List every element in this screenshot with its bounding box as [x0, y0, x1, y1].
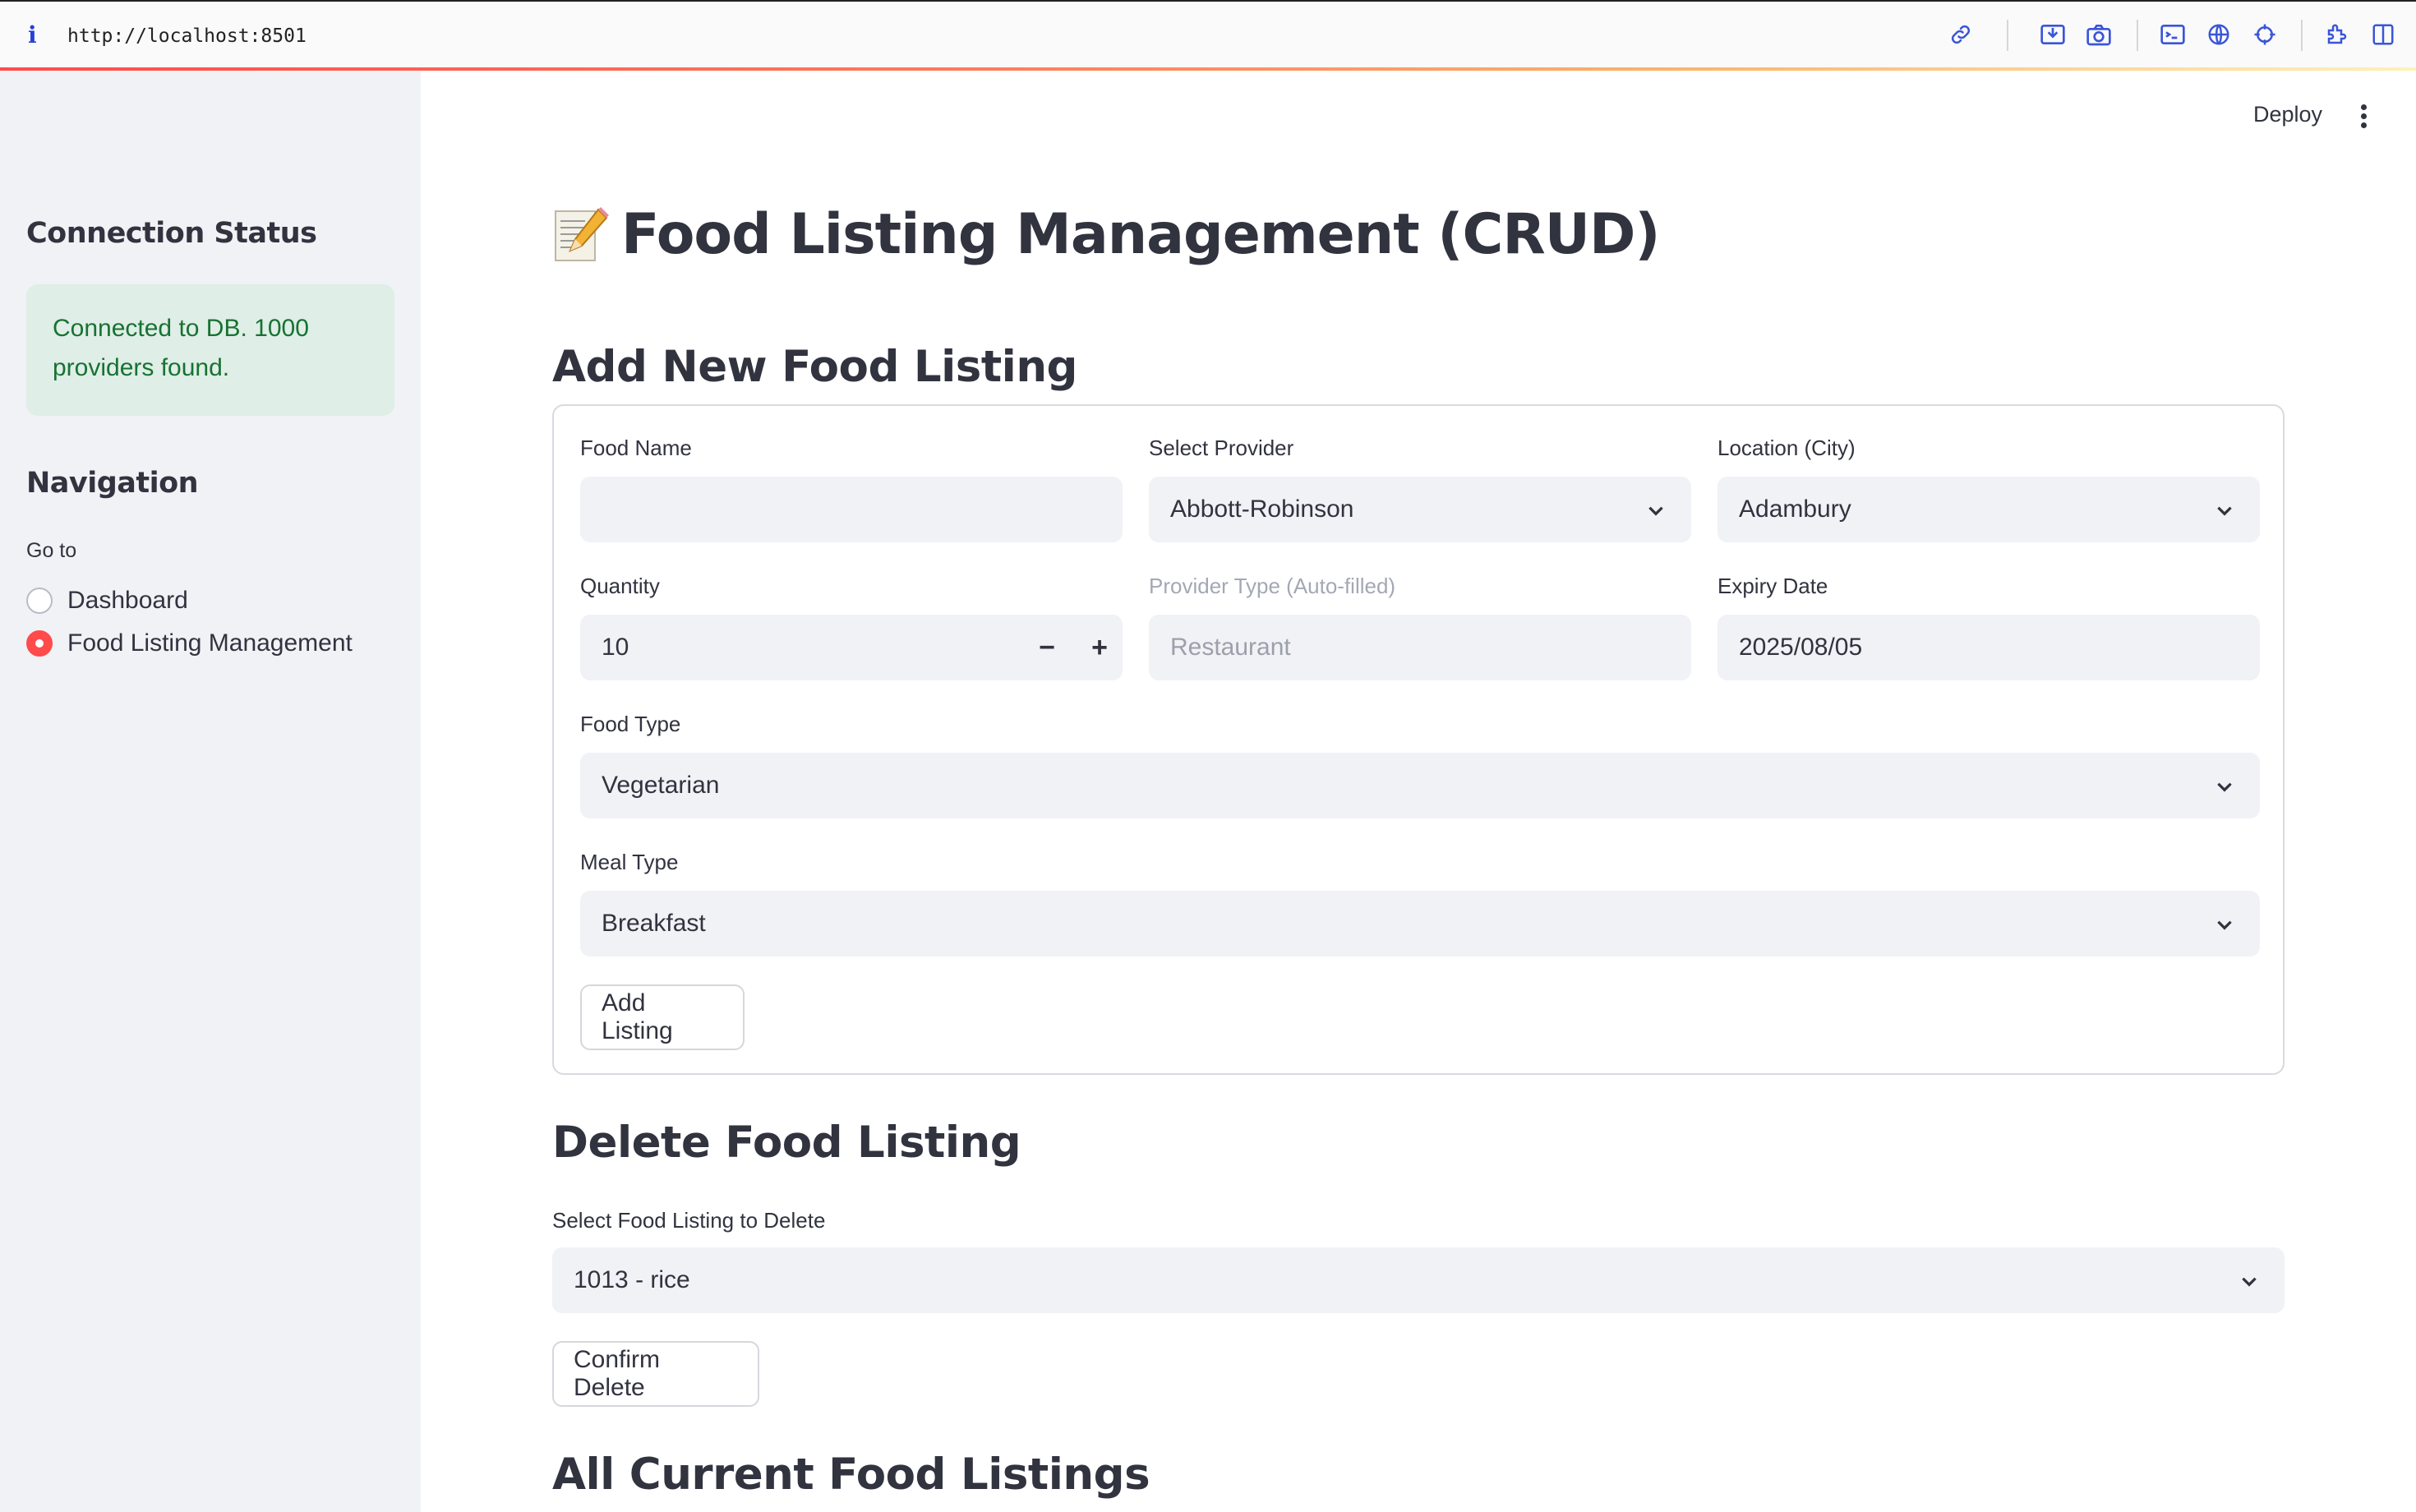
delete-listing-select[interactable]: 1013 - rice [552, 1247, 2285, 1313]
all-listings-heading: All Current Food Listings [552, 1450, 1150, 1500]
radio-button-selected[interactable] [26, 630, 53, 657]
chevron-down-icon [1648, 506, 1663, 516]
nav-option-dashboard[interactable]: Dashboard [26, 587, 188, 615]
add-listing-form: Food Name Select Provider Abbott-Robinso… [552, 404, 2285, 1075]
food-type-select[interactable]: Vegetarian [580, 753, 2260, 818]
main-menu-icon[interactable] [2355, 102, 2372, 130]
navigation-heading: Navigation [26, 467, 199, 500]
provider-value: Abbott-Robinson [1170, 496, 1354, 523]
chevron-down-icon [2217, 920, 2232, 930]
info-icon[interactable]: i [28, 23, 44, 48]
crosshair-icon[interactable] [2250, 20, 2280, 49]
nav-option-label: Dashboard [67, 587, 188, 614]
meal-type-label: Meal Type [580, 850, 679, 874]
quantity-value: 10 [602, 634, 629, 661]
provider-type-label: Provider Type (Auto-filled) [1149, 574, 1396, 598]
expiry-date-label: Expiry Date [1717, 574, 1828, 598]
provider-select[interactable]: Abbott-Robinson [1149, 477, 1691, 542]
nav-option-label: Food Listing Management [67, 629, 353, 657]
sidebar: Connection Status Connected to DB. 1000 … [0, 71, 421, 1512]
provider-type-input: Restaurant [1149, 615, 1691, 680]
chevron-down-icon [2242, 1277, 2257, 1287]
confirm-delete-button[interactable]: Confirm Delete [552, 1341, 759, 1407]
decrement-button[interactable]: − [1030, 631, 1063, 664]
sidebar-toggle-icon[interactable] [2368, 20, 2398, 49]
browser-toolbar: i http://localhost:8501 [0, 0, 2416, 69]
nav-option-food-listing-management[interactable]: Food Listing Management [26, 629, 353, 657]
extensions-icon[interactable] [2322, 20, 2352, 49]
delete-selected-value: 1013 - rice [574, 1266, 690, 1293]
location-value: Adambury [1739, 496, 1851, 523]
meal-type-value: Breakfast [602, 910, 706, 937]
food-name-input[interactable] [580, 477, 1123, 542]
status-message: Connected to DB. 1000 providers found. [53, 315, 309, 381]
screenshot-area-icon[interactable] [2038, 20, 2068, 49]
connection-status-heading: Connection Status [26, 217, 317, 250]
memo-icon [555, 206, 609, 261]
delete-listing-heading: Delete Food Listing [552, 1118, 1021, 1168]
quantity-stepper[interactable]: 10 − + [580, 615, 1123, 680]
add-listing-heading: Add New Food Listing [552, 342, 1078, 392]
location-label: Location (City) [1717, 436, 1856, 460]
camera-icon[interactable] [2084, 20, 2114, 49]
address-bar[interactable]: http://localhost:8501 [67, 23, 307, 49]
chevron-down-icon [2217, 782, 2232, 792]
goto-label: Go to [26, 539, 77, 562]
terminal-icon[interactable] [2158, 20, 2188, 49]
globe-icon[interactable] [2204, 20, 2234, 49]
delete-select-label: Select Food Listing to Delete [552, 1208, 826, 1233]
page-title-text: Food Listing Management (CRUD) [621, 202, 1660, 267]
connection-success-alert: Connected to DB. 1000 providers found. [26, 284, 394, 416]
deploy-button[interactable]: Deploy [2253, 102, 2322, 127]
expiry-date-input[interactable]: 2025/08/05 [1717, 615, 2260, 680]
food-type-value: Vegetarian [602, 772, 720, 799]
provider-label: Select Provider [1149, 436, 1294, 460]
link-icon[interactable] [1946, 20, 1976, 49]
increment-button[interactable]: + [1083, 631, 1116, 664]
radio-button[interactable] [26, 588, 53, 614]
food-type-label: Food Type [580, 712, 681, 736]
chevron-down-icon [2217, 506, 2232, 516]
quantity-label: Quantity [580, 574, 660, 598]
location-select[interactable]: Adambury [1717, 477, 2260, 542]
page-title: Food Listing Management (CRUD) [552, 202, 1660, 267]
food-name-label: Food Name [580, 436, 692, 460]
meal-type-select[interactable]: Breakfast [580, 891, 2260, 957]
add-listing-button[interactable]: Add Listing [580, 984, 745, 1050]
